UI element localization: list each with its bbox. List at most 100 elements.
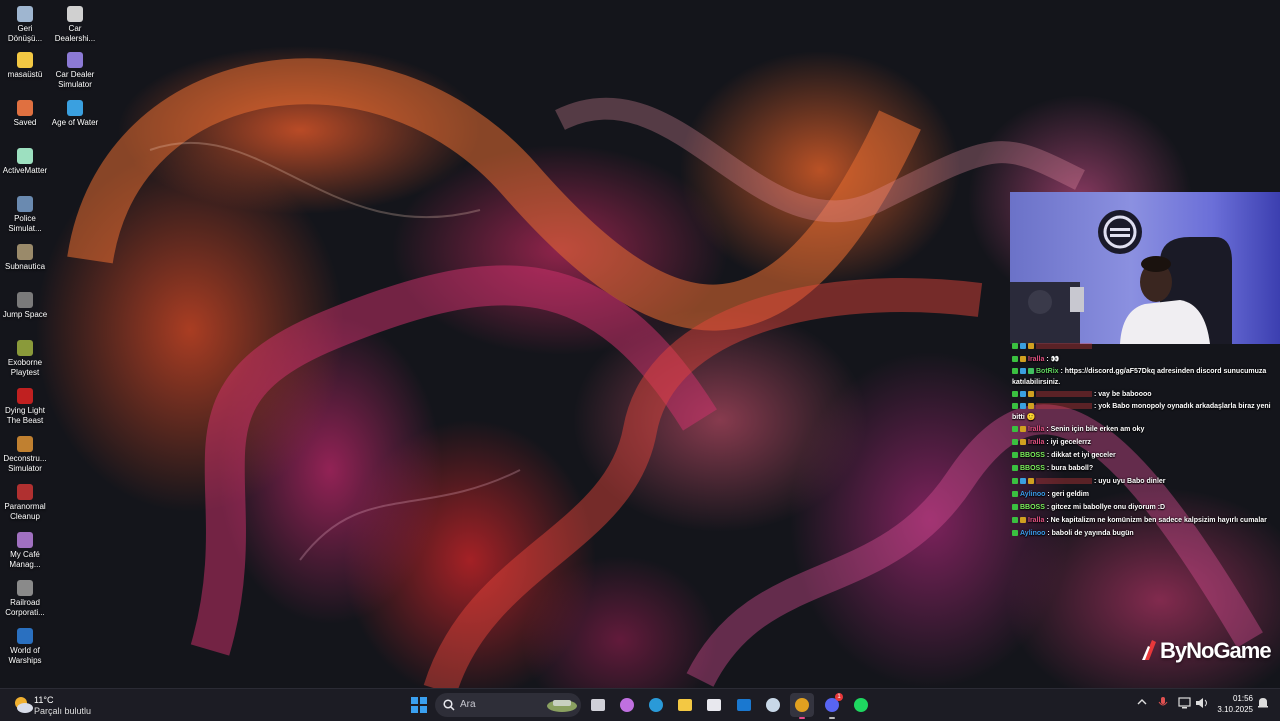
outlook-icon (737, 699, 751, 711)
chat-message: Iralla : Senin için bile erken am oky (1012, 423, 1280, 436)
desktop-icon-label: Age of Water (51, 118, 99, 127)
desktop-icon-label: Deconstru... Simulator (3, 454, 47, 473)
task-view-button[interactable] (586, 693, 610, 717)
chat-username (1036, 343, 1092, 349)
weather-temperature: 11°C (34, 695, 54, 705)
chat-username: Iralla (1028, 426, 1045, 433)
desktop-icon-label: Railroad Corporati... (5, 598, 45, 617)
desktop-icon[interactable]: Subnautica (0, 240, 50, 272)
desktop-icon[interactable]: Railroad Corporati... (0, 576, 50, 618)
clock[interactable]: 01:56 3.10.2025 (1213, 693, 1253, 715)
desktop-icon[interactable]: Geri Dönüşü... (0, 2, 50, 44)
notification-button[interactable] (1257, 697, 1269, 712)
show-hidden-icons-button[interactable] (1137, 697, 1147, 710)
chat-badge-icon (1020, 356, 1026, 362)
store-button[interactable] (702, 693, 726, 717)
microphone-button[interactable] (1158, 697, 1168, 712)
chat-message: Iralla : Ne kapitalizm ne komünizm ben s… (1012, 514, 1280, 527)
chat-badge-icon (1028, 343, 1034, 349)
chat-message (1012, 340, 1280, 353)
weather-partly-cloudy-icon (15, 697, 33, 713)
chat-badge-icon (1012, 368, 1018, 374)
chat-username: Iralla (1028, 356, 1045, 363)
steam-button[interactable] (761, 693, 785, 717)
discord-notification-badge: 1 (835, 693, 843, 701)
jump-space-icon (17, 292, 33, 308)
search-box[interactable]: Ara (435, 693, 581, 717)
desktop-wallpaper: Geri Dönüşü... Car Dealershi... masaüstü Ca… (0, 0, 1280, 688)
notification-bell-icon (1258, 698, 1268, 708)
chat-badge-icon (1012, 491, 1018, 497)
deconstruction-simulator-icon (17, 436, 33, 452)
stream-chat: Iralla : 👀 BotRix : https://discord.gg/aF… (1012, 340, 1280, 540)
subnautica-icon (17, 244, 33, 260)
chat-message: Aylinoo : geri geldim (1012, 488, 1280, 501)
desktop-icon-label: masaüstü (7, 70, 43, 79)
desktop-icon[interactable]: World of Warships (0, 624, 50, 666)
chat-badge-icon (1020, 403, 1026, 409)
chat-text: : Senin için bile erken am oky (1046, 426, 1145, 433)
chat-badge-icon (1028, 403, 1034, 409)
activematter-icon (17, 148, 33, 164)
desktop-icon[interactable]: Car Dealer Simulator (50, 48, 100, 90)
desktop-icon-label: Car Dealershi... (54, 24, 96, 43)
chat-username: BBOSS (1020, 504, 1045, 511)
desktop-icon-label: Subnautica (4, 262, 46, 271)
search-highlight-icon (547, 700, 577, 712)
webcam-overlay (1010, 192, 1280, 344)
desktop-icon[interactable]: ActiveMatter (0, 144, 50, 176)
chat-message: BBOSS : bura baboll? (1012, 462, 1280, 475)
desktop-icon-label: Jump Space (2, 310, 48, 319)
store-icon (707, 699, 721, 711)
chat-message: : yok Babo monopoly oynadık arkadaşlarla… (1012, 401, 1280, 423)
chat-message: : vay be baboooo (1012, 388, 1280, 401)
desktop-icon[interactable]: Jump Space (0, 288, 50, 320)
file-explorer-button[interactable] (673, 693, 697, 717)
weather-widget[interactable]: 11°C Parçalı bulutlu (8, 691, 118, 719)
chat-text: : gitcez mi babollye onu diyorum :D (1046, 504, 1166, 511)
desktop-icon[interactable]: Police Simulat... (0, 192, 50, 234)
spotify-icon (854, 698, 868, 712)
desktop-icon[interactable]: Deconstru... Simulator (0, 432, 50, 474)
brand-watermark: ByNoGame (1140, 638, 1272, 664)
chat-text: : iyi gecelerrz (1046, 439, 1092, 446)
chat-badge-icon (1028, 391, 1034, 397)
folder-icon (678, 699, 692, 711)
desktop-icon[interactable]: Car Dealershi... (50, 2, 100, 44)
desktop-icon[interactable]: Saved (0, 96, 50, 128)
spotify-button[interactable] (849, 693, 873, 717)
desktop-icon[interactable]: Dying Light The Beast (0, 384, 50, 426)
chat-message: : uyu uyu Babo dinler (1012, 475, 1280, 488)
chat-badge-icon (1028, 368, 1034, 374)
chat-username (1036, 391, 1092, 397)
desktop-icon[interactable]: Age of Water (50, 96, 100, 128)
desktop-icon[interactable]: Exoborne Playtest (0, 336, 50, 378)
desktop-icon-label: Exoborne Playtest (7, 358, 43, 377)
chrome-button[interactable] (790, 693, 814, 719)
saved-game-icon (17, 100, 33, 116)
start-button[interactable] (407, 693, 431, 717)
chat-badge-icon (1020, 478, 1026, 484)
chat-badge-icon (1012, 478, 1018, 484)
chat-text: : bura baboll? (1046, 465, 1094, 472)
chat-text: : geri geldim (1047, 491, 1089, 498)
network-button[interactable] (1178, 697, 1192, 712)
chat-text: : vay be baboooo (1093, 391, 1152, 398)
copilot-button[interactable] (615, 693, 639, 717)
desktop-icon[interactable]: Paranormal Cleanup (0, 480, 50, 522)
volume-button[interactable] (1195, 697, 1209, 712)
chat-text: : baboli de yayında bugün (1047, 530, 1134, 537)
desktop-icon-label: World of Warships (8, 646, 42, 665)
search-placeholder: Ara (460, 699, 476, 710)
outlook-button[interactable] (732, 693, 756, 717)
recycle-bin-icon (17, 6, 33, 22)
chat-badge-icon (1012, 504, 1018, 510)
chat-message: BBOSS : dikkat et iyi geceler (1012, 449, 1280, 462)
chat-badge-icon (1012, 343, 1018, 349)
chat-badge-icon (1020, 391, 1026, 397)
desktop-icon[interactable]: My Café Manag... (0, 528, 50, 570)
running-indicator (829, 717, 835, 719)
desktop-icon[interactable]: masaüstü (0, 48, 50, 80)
discord-button[interactable]: 1 (820, 693, 844, 719)
edge-button[interactable] (644, 693, 668, 717)
